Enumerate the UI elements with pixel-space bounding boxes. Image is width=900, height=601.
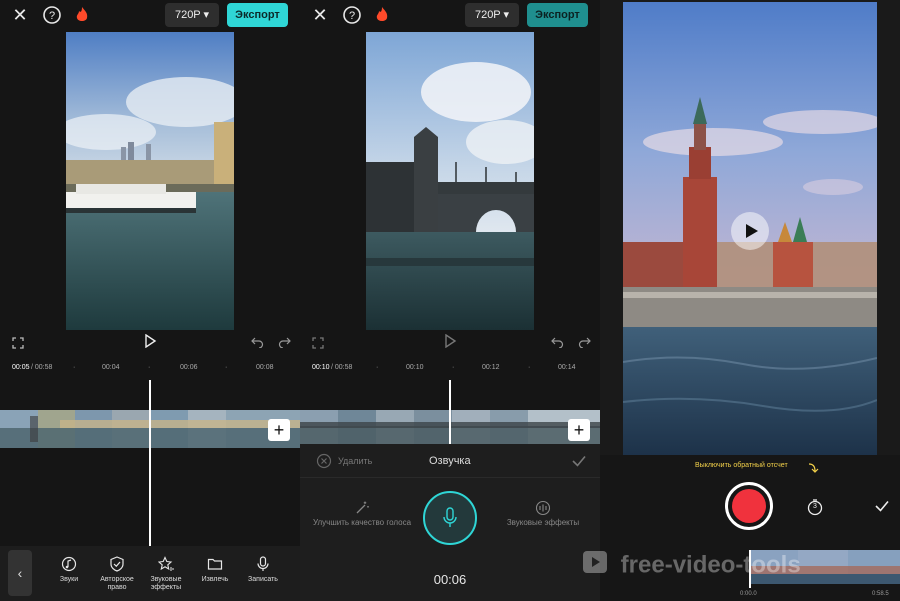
timecode-current: 00:10 — [312, 364, 330, 371]
playhead[interactable] — [149, 380, 151, 546]
tool-sound-effects[interactable]: Звуковые эффекты — [143, 556, 189, 592]
tool-record[interactable]: Записать — [240, 556, 286, 584]
tool-label: Авторское право — [100, 576, 134, 591]
record-voice-button[interactable] — [423, 491, 477, 545]
record-button[interactable] — [725, 482, 773, 530]
timecode-total: / 00:58 — [31, 364, 53, 371]
video-logo-icon — [582, 550, 608, 581]
voiceover-header: Удалить Озвучка — [300, 444, 600, 478]
export-button[interactable]: Экспорт — [227, 3, 288, 27]
help-icon[interactable]: ? — [342, 5, 362, 25]
music-note-icon — [46, 556, 92, 574]
video-preview[interactable] — [66, 32, 234, 330]
timer-badge: 3 — [813, 503, 817, 510]
editor-panel-1: ✕ ? 720P ▾ Экспорт 00:05 / 00:58 · 00:04… — [0, 0, 300, 601]
folder-icon — [192, 556, 238, 574]
star-sound-icon — [143, 556, 189, 574]
svg-text:?: ? — [49, 10, 55, 22]
bottom-toolbar: ‹ Звуки Авторское право Звуковые эффекты… — [0, 546, 300, 601]
microphone-icon — [240, 556, 286, 574]
sound-effects-label: Звуковые эффекты — [506, 518, 580, 527]
confirm-check-icon[interactable] — [873, 497, 891, 520]
fullscreen-icon[interactable] — [312, 336, 324, 352]
sound-effects-button[interactable]: Звуковые эффекты — [488, 500, 598, 527]
voiceover-sheet: Удалить Озвучка Улучшить качество голоса… — [300, 444, 600, 601]
microphone-icon — [441, 506, 459, 530]
undo-icon[interactable] — [551, 335, 564, 351]
ruler-dot: · — [452, 364, 455, 371]
video-preview[interactable] — [366, 32, 534, 330]
redo-icon[interactable] — [578, 335, 591, 351]
add-clip-button[interactable]: + — [568, 419, 590, 441]
record-dot — [732, 489, 766, 523]
close-icon[interactable]: ✕ — [10, 5, 30, 25]
ruler-dot: · — [73, 364, 76, 371]
enhance-voice-label: Улучшить качество голоса — [312, 518, 412, 527]
tool-label: Извлечь — [201, 576, 229, 583]
ruler-dot: · — [376, 364, 379, 371]
timeline-ruler: 00:10 / 00:58 · 00:10 · 00:12 · 00:14 — [300, 362, 600, 376]
ruler-tick: 00:12 — [482, 364, 500, 371]
ruler-dot: · — [528, 364, 531, 371]
help-icon[interactable]: ? — [42, 5, 62, 25]
enhance-voice-button[interactable]: Улучшить качество голоса — [302, 500, 422, 527]
waveform-icon — [488, 500, 598, 518]
flame-icon[interactable] — [372, 5, 392, 25]
tool-copyright[interactable]: Авторское право — [94, 556, 140, 592]
delete-label[interactable]: Удалить — [338, 456, 372, 466]
delete-icon[interactable] — [316, 453, 332, 474]
ruler-dot: · — [225, 364, 228, 371]
ruler-tick: 00:14 — [558, 364, 576, 371]
timecode-current: 00:05 — [12, 364, 30, 371]
shield-check-icon — [94, 556, 140, 574]
tool-label: Записать — [248, 576, 278, 583]
fullscreen-icon[interactable] — [12, 336, 24, 352]
recording-panel: Выключить обратный отсчет 3 0:00.0 0:58.… — [600, 0, 900, 601]
ruler-tick: 00:08 — [256, 364, 274, 371]
recording-timer: 00:06 — [433, 572, 467, 587]
ruler-dot: · — [148, 364, 151, 371]
export-button[interactable]: Экспорт — [527, 3, 588, 27]
countdown-toggle-label[interactable]: Выключить обратный отсчет — [695, 462, 788, 469]
confirm-check-icon[interactable] — [570, 452, 588, 475]
magic-wand-icon — [302, 500, 422, 518]
timeline-ruler: 00:05 / 00:58 · 00:04 · 00:06 · 00:08 — [0, 362, 300, 376]
undo-icon[interactable] — [251, 335, 264, 351]
redo-icon[interactable] — [278, 335, 291, 351]
close-icon[interactable]: ✕ — [310, 5, 330, 25]
play-icon[interactable] — [443, 333, 457, 351]
voiceover-title: Озвучка — [429, 455, 471, 467]
watermark: free-video-tools — [582, 550, 801, 581]
svg-text:?: ? — [349, 10, 355, 22]
top-bar: ✕ ? 720P ▾ Экспорт — [0, 0, 300, 30]
ruler-tick: 00:06 — [180, 364, 198, 371]
tool-label: Звуки — [59, 576, 79, 583]
play-icon — [745, 223, 759, 244]
play-icon[interactable] — [143, 333, 157, 351]
play-button[interactable] — [731, 212, 769, 250]
countdown-timer-button[interactable]: 3 — [806, 498, 824, 516]
resolution-dropdown[interactable]: 720P ▾ — [165, 3, 219, 27]
tool-label: Звуковые эффекты — [150, 576, 182, 591]
resolution-dropdown[interactable]: 720P ▾ — [465, 3, 519, 27]
time-end: 0:58.5 — [872, 591, 889, 597]
back-button[interactable]: ‹ — [8, 550, 32, 596]
tool-extract[interactable]: Извлечь — [192, 556, 238, 584]
time-start: 0:00.0 — [740, 591, 757, 597]
watermark-text: free-video-tools — [620, 551, 801, 579]
add-clip-button[interactable]: + — [268, 419, 290, 441]
ruler-tick: 00:04 — [102, 364, 120, 371]
timecode-total: / 00:58 — [331, 364, 353, 371]
flame-icon[interactable] — [72, 5, 92, 25]
playhead[interactable] — [449, 380, 451, 444]
arrow-down-icon — [807, 462, 819, 481]
top-bar: ✕ ? 720P ▾ Экспорт — [300, 0, 600, 30]
tool-sounds[interactable]: Звуки — [46, 556, 92, 584]
editor-panel-2: ✕ ? 720P ▾ Экспорт 00:10 / 00:58 · 00:10… — [300, 0, 600, 601]
ruler-tick: 00:10 — [406, 364, 424, 371]
